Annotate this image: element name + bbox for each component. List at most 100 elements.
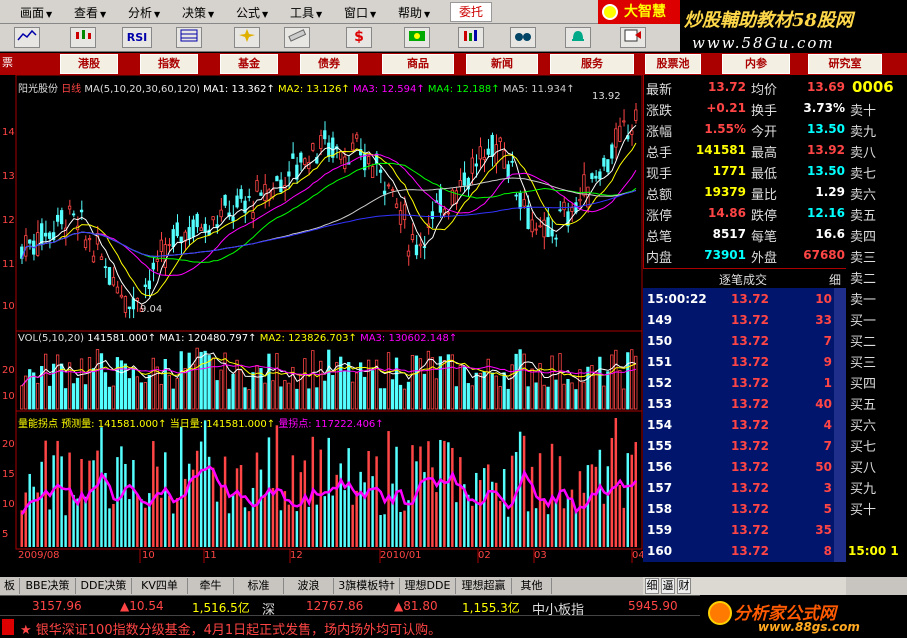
nav-hk-stock[interactable]: 港股: [60, 54, 118, 74]
tick-price: 13.72: [731, 502, 769, 516]
indicator-tab[interactable]: 波浪: [284, 578, 334, 594]
candle-body: [151, 262, 155, 270]
candle-body: [55, 214, 60, 222]
menu-label: 帮助: [398, 6, 423, 20]
menu-screen[interactable]: 画面 ▼: [20, 4, 52, 21]
volume-bar: [534, 382, 538, 410]
mini-tab[interactable]: 财: [677, 578, 691, 594]
nav-bond[interactable]: 债券: [300, 54, 358, 74]
indicator-bar: [455, 502, 458, 547]
indicator-tab[interactable]: 牵牛: [188, 578, 234, 594]
quote-label: 总额: [646, 188, 673, 203]
menu-decision[interactable]: 决策 ▼: [182, 4, 214, 21]
indicator-tab[interactable]: 理想DDE: [400, 578, 456, 594]
date-label: 10: [142, 550, 155, 561]
flag-icon[interactable]: [404, 27, 430, 48]
menu-formula[interactable]: 公式 ▼: [236, 4, 268, 21]
tick-volume: 50: [815, 460, 832, 474]
minute-chart-icon[interactable]: [14, 27, 40, 48]
ticks-list[interactable]: 15:00:22 13.72 10 149 13.72 33 150 13.72 7 151 13.…: [643, 288, 846, 562]
menu-window[interactable]: 窗口 ▼: [344, 4, 376, 21]
candle-body: [462, 172, 466, 186]
dollar-button[interactable]: $: [346, 27, 372, 48]
volume-bar: [378, 388, 383, 410]
nav-insider[interactable]: 内参: [722, 54, 790, 74]
tick-volume: 8: [823, 544, 832, 558]
news-ticker[interactable]: ★ 银华深证100指数分级基金，4月1日起正式发售，场内场外均可认购。: [0, 615, 700, 638]
indicator-bar: [152, 441, 155, 547]
menu-analysis[interactable]: 分析 ▼: [128, 4, 160, 21]
nav-news[interactable]: 新闻: [466, 54, 538, 74]
indicator-bar: [574, 509, 578, 547]
indicator-bar: [419, 446, 422, 547]
candle-body: [287, 171, 291, 177]
indicator-tab[interactable]: KV四单: [132, 578, 188, 594]
indicator-tab[interactable]: DDE决策: [76, 578, 132, 594]
indicator-tab[interactable]: BBE决策: [20, 578, 76, 594]
tick-time: 156: [647, 460, 673, 474]
indicator-tab[interactable]: 3旗模板特†: [334, 578, 400, 594]
tick-price: 13.72: [731, 334, 769, 348]
exit-icon[interactable]: [620, 27, 646, 48]
volume-bar: [159, 383, 163, 410]
candle-body: [103, 266, 108, 269]
volume-bar: [48, 385, 52, 410]
bars-icon[interactable]: [458, 27, 484, 48]
indicator-bar: [363, 482, 366, 547]
watermark: 炒股輔助教材58股网 www.58Gu.com: [680, 0, 907, 54]
candle-body: [414, 244, 419, 256]
mini-tab[interactable]: 细: [645, 578, 659, 594]
volume-bar: [203, 350, 207, 410]
volume-bar: [147, 374, 151, 410]
ruler-icon[interactable]: [284, 27, 310, 48]
nav-stock-tab[interactable]: 票: [0, 54, 18, 74]
binoculars-icon[interactable]: [510, 27, 536, 48]
bell-icon[interactable]: [565, 27, 591, 48]
table-icon[interactable]: [176, 27, 202, 48]
candle-body: [159, 239, 163, 252]
mini-tab[interactable]: 逼: [661, 578, 675, 594]
indicator-bar: [88, 460, 91, 547]
menu-help[interactable]: 帮助 ▼: [398, 4, 430, 21]
indicator-bar: [219, 486, 223, 547]
nav-index[interactable]: 指数: [140, 54, 198, 74]
nav-fund[interactable]: 基金: [220, 54, 278, 74]
kline-chart-area[interactable]: 阳光股份 日线 MA(5,10,20,30,60,120) MA1: 13.36…: [0, 75, 645, 563]
quote-label: 最新: [646, 83, 673, 98]
indicator-tab[interactable]: 理想超赢: [456, 578, 512, 594]
indicator-tab[interactable]: 其他: [512, 578, 552, 594]
candle-body: [526, 205, 530, 230]
menu-view[interactable]: 查看 ▼: [74, 4, 106, 21]
menu-tools[interactable]: 工具 ▼: [290, 4, 322, 21]
indicator-bar: [411, 445, 414, 547]
volume-bar: [502, 372, 506, 410]
rsi-button[interactable]: RSI: [122, 27, 152, 48]
tick-volume: 40: [815, 397, 832, 411]
chevron-down-icon: ▼: [154, 10, 161, 19]
nav-research[interactable]: 研究室: [808, 54, 882, 74]
trust-button[interactable]: 委托: [450, 2, 492, 22]
nav-commodity[interactable]: 商品: [382, 54, 454, 74]
indicator-bar: [331, 495, 334, 547]
nav-service[interactable]: 服务: [550, 54, 634, 74]
crosshair-icon[interactable]: [234, 27, 260, 48]
indicator-bar: [558, 456, 562, 547]
tick-price: 13.72: [731, 418, 769, 432]
kline-chart-icon[interactable]: [70, 27, 96, 48]
tick-row: 157 13.72 3: [643, 477, 846, 500]
candle-body: [155, 258, 159, 262]
indicator-bar: [211, 467, 215, 547]
indicator-bar: [24, 492, 27, 547]
indicator-bar: [215, 501, 219, 547]
indicator-bar: [227, 513, 231, 547]
ticks-detail-tab[interactable]: 细: [829, 271, 841, 288]
indicator-bar: [160, 497, 163, 547]
indicator-tab[interactable]: 标准: [234, 578, 284, 594]
candle-body: [171, 229, 175, 248]
indicator-bar: [351, 504, 354, 547]
chevron-down-icon: ▼: [100, 10, 107, 19]
indicator-tab[interactable]: 板: [0, 578, 20, 594]
candle-body: [510, 160, 514, 163]
candle-body: [87, 238, 92, 241]
nav-stock-pool[interactable]: 股票池: [645, 54, 701, 74]
